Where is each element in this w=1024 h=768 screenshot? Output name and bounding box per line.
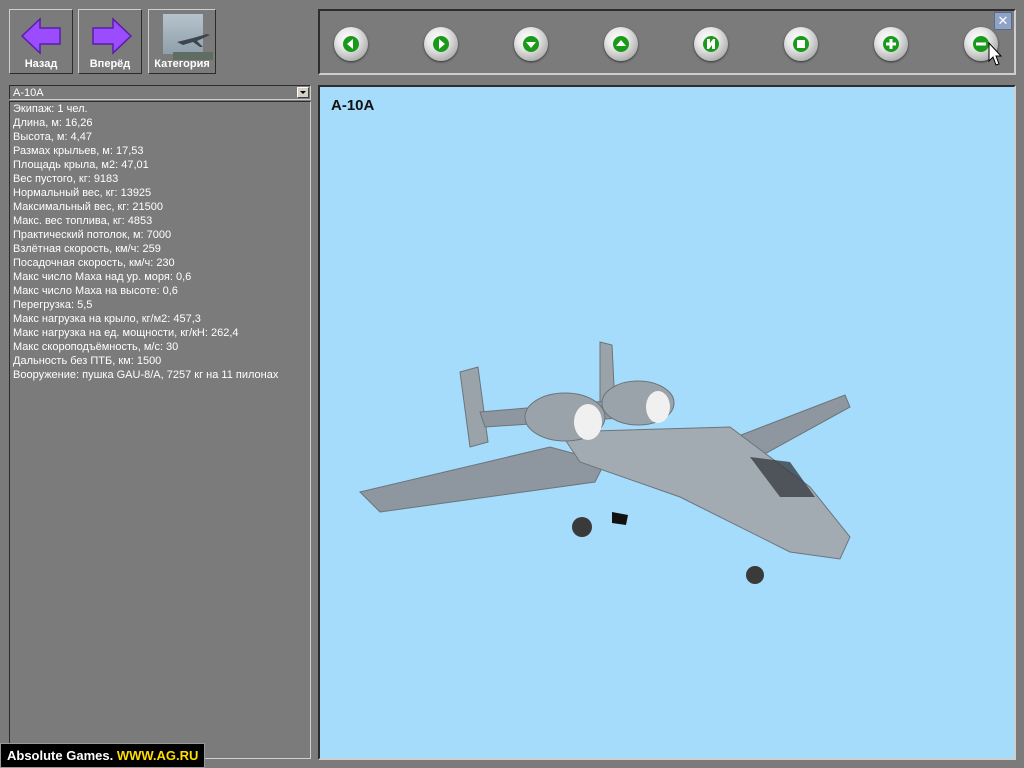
spec-line: Размах крыльев, м: 17,53: [13, 145, 144, 157]
stop-button[interactable]: [784, 27, 818, 61]
model-viewer[interactable]: A-10A: [318, 85, 1016, 760]
spec-line: Практический потолок, м: 7000: [13, 229, 172, 241]
stop-icon: [793, 36, 809, 52]
back-arrow-icon: [20, 17, 61, 55]
rotate-up-icon: [613, 36, 629, 52]
rotate-left-icon: [343, 36, 359, 52]
reset-view-icon: [703, 36, 719, 52]
spec-line: Экипаж: 1 чел.: [13, 103, 88, 115]
rotate-right-button[interactable]: [424, 27, 458, 61]
view-toolbar: ✕: [318, 9, 1016, 75]
spec-line: Вес пустого, кг: 9183: [13, 173, 119, 185]
spec-line: Высота, м: 4,47: [13, 131, 92, 143]
specs-panel: Экипаж: 1 чел. Длина, м: 16,26 Высота, м…: [9, 101, 311, 759]
category-label: Категория: [154, 58, 210, 70]
watermark-text-2: WWW.AG.RU: [116, 748, 199, 763]
spec-line: Макс. вес топлива, кг: 4853: [13, 215, 153, 227]
aircraft-select-value: A-10A: [13, 87, 44, 99]
forward-label: Вперёд: [89, 58, 131, 70]
spec-line: Взлётная скорость, км/ч: 259: [13, 243, 161, 255]
spec-line: Нормальный вес, кг: 13925: [13, 187, 152, 199]
spec-line: Максимальный вес, кг: 21500: [13, 201, 163, 213]
category-thumbnail-icon: [163, 14, 213, 60]
rotate-down-button[interactable]: [514, 27, 548, 61]
category-button[interactable]: Категория: [148, 9, 216, 74]
spec-line: Дальность без ПТБ, км: 1500: [13, 355, 162, 367]
forward-button[interactable]: Вперёд: [78, 9, 142, 74]
chevron-down-icon[interactable]: [297, 87, 309, 98]
rotate-down-icon: [523, 36, 539, 52]
mouse-cursor-icon: [988, 42, 1002, 66]
spec-line: Макс скороподъёмность, м/с: 30: [13, 341, 179, 353]
spec-line: Посадочная скорость, км/ч: 230: [13, 257, 175, 269]
spec-line: Макс нагрузка на крыло, кг/м2: 457,3: [13, 313, 201, 325]
spec-line: Длина, м: 16,26: [13, 117, 93, 129]
spec-line: Перегрузка: 5,5: [13, 299, 93, 311]
zoom-in-button[interactable]: [874, 27, 908, 61]
back-label: Назад: [24, 58, 58, 70]
rotate-left-button[interactable]: [334, 27, 368, 61]
watermark-text-1: Absolute Games.: [7, 748, 114, 763]
spec-line: Макс число Маха над ур. моря: 0,6: [13, 271, 192, 283]
aircraft-select[interactable]: A-10A: [9, 85, 311, 100]
rotate-up-button[interactable]: [604, 27, 638, 61]
zoom-in-icon: [883, 36, 899, 52]
close-button[interactable]: ✕: [994, 12, 1012, 30]
spec-line: Макс нагрузка на ед. мощности, кг/кН: 26…: [13, 327, 239, 339]
forward-arrow-icon: [92, 17, 133, 55]
spec-line: Площадь крыла, м2: 47,01: [13, 159, 149, 171]
back-button[interactable]: Назад: [9, 9, 73, 74]
rotate-right-icon: [433, 36, 449, 52]
watermark: Absolute Games. WWW.AG.RU: [0, 743, 206, 768]
spec-line: Макс число Маха на высоте: 0,6: [13, 285, 178, 297]
aircraft-model-image: [359, 341, 851, 584]
spec-line: Вооружение: пушка GAU-8/A, 7257 кг на 11…: [13, 369, 279, 381]
reset-view-button[interactable]: [694, 27, 728, 61]
model-title: A-10A: [331, 97, 375, 114]
